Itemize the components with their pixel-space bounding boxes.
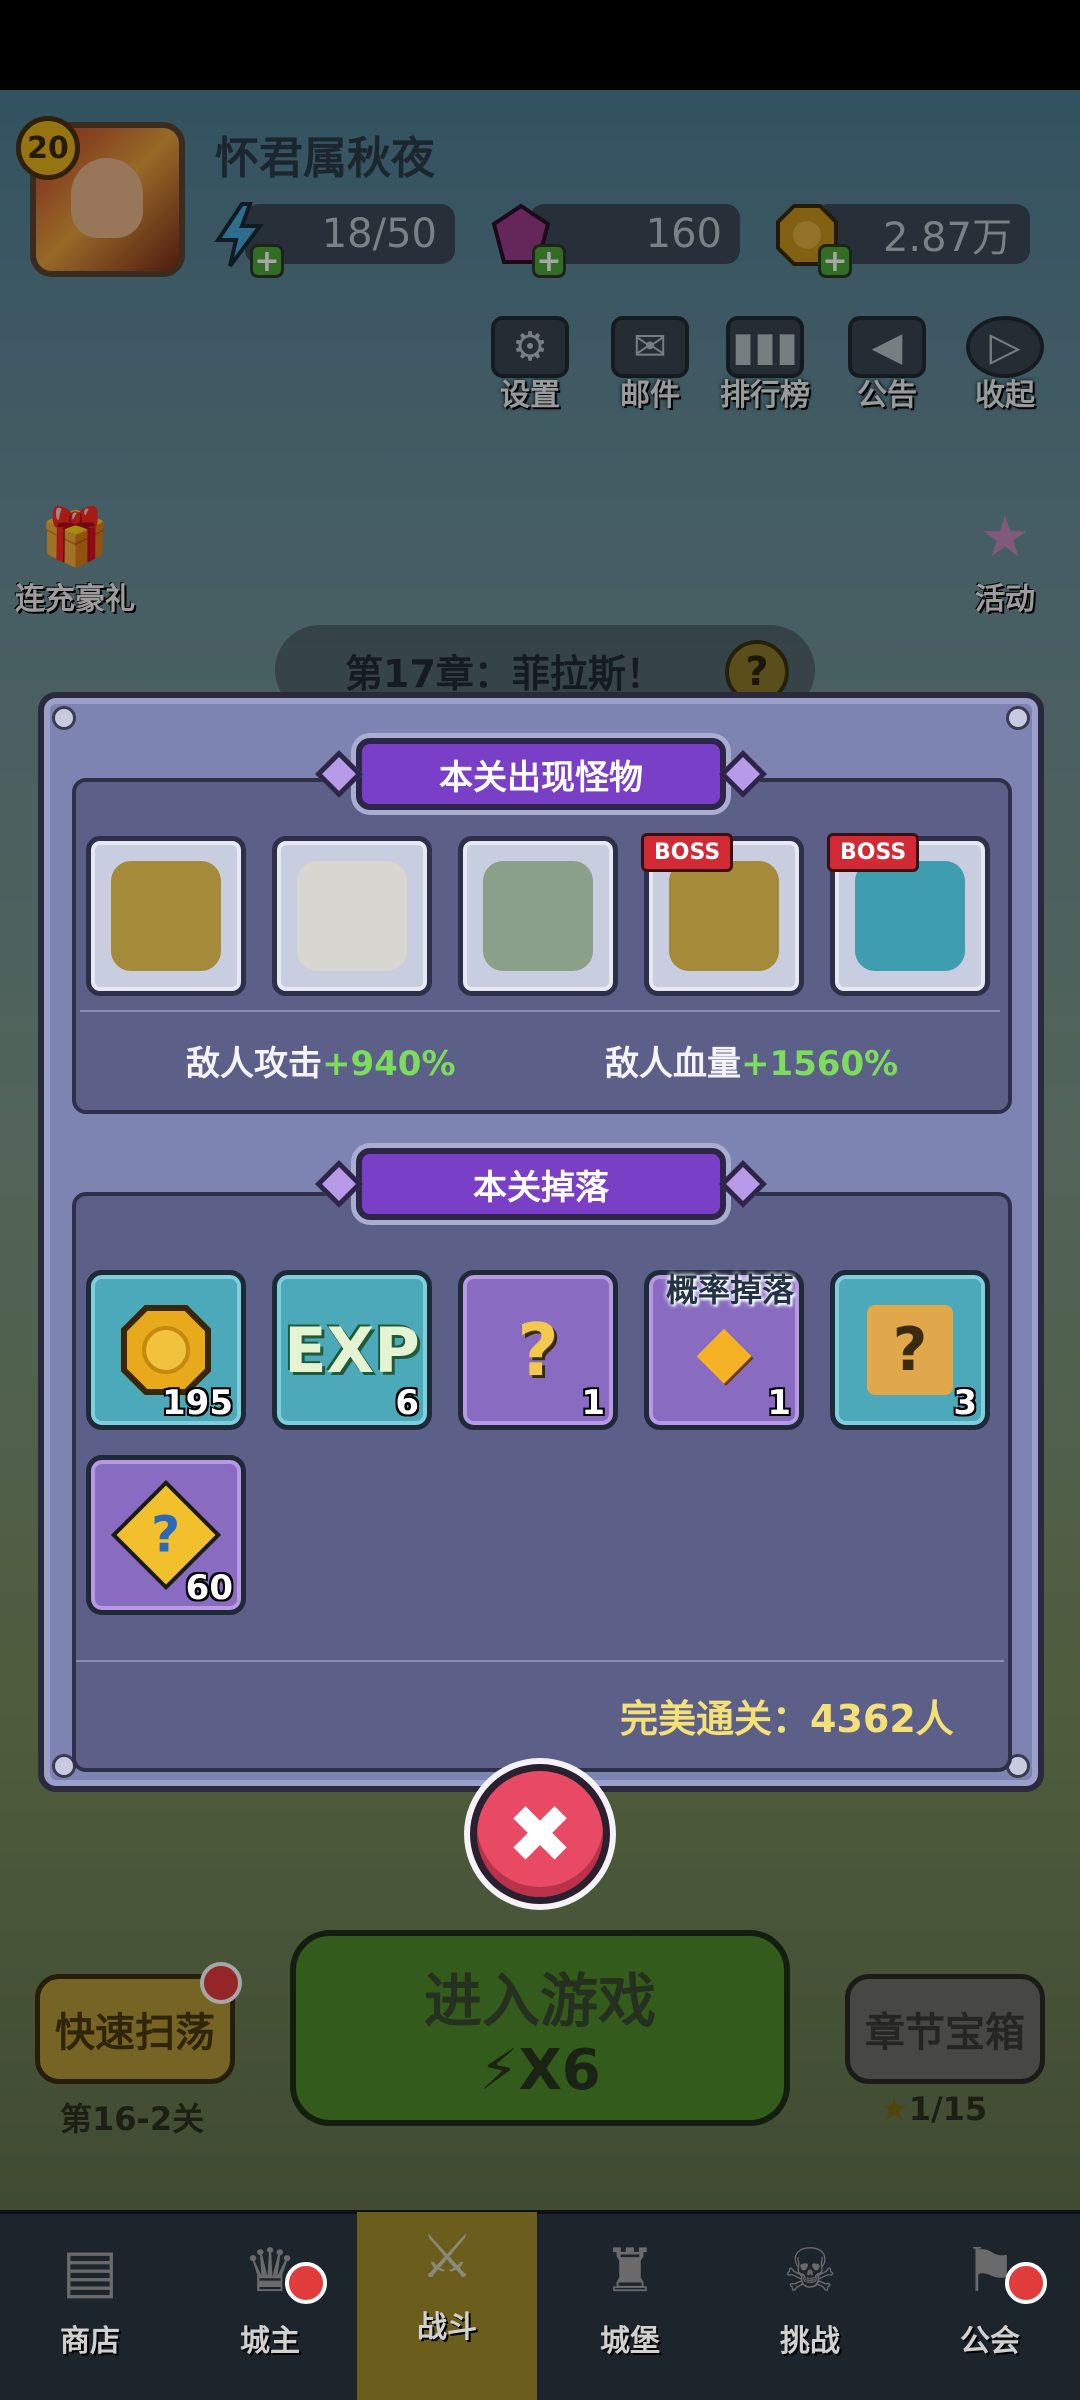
drops-title-text: 本关掉落 [473, 1167, 609, 1208]
mystery-gems-icon: ? [517, 1308, 559, 1392]
monster-slot-3[interactable] [458, 836, 618, 996]
enemy-attack-stat: 敌人攻击+940% [186, 1036, 456, 1085]
castle-icon: ♜ [603, 2236, 657, 2306]
probability-drop-label: 概率掉落 [665, 1271, 794, 1309]
rivet [52, 706, 76, 730]
enemy-hp-stat: 敌人血量+1560% [605, 1036, 898, 1085]
shop-icon: ▤ [61, 2236, 119, 2306]
challenge-icon: ☠ [783, 2236, 837, 2306]
drop-count: 60 [185, 1568, 233, 1608]
drop-puzzle-piece[interactable]: ? 60 [86, 1455, 246, 1615]
drop-count: 3 [953, 1383, 977, 1423]
monster-icon [297, 861, 407, 971]
monster-slot-5[interactable]: BOSS [827, 833, 990, 996]
rivet [1006, 706, 1030, 730]
nav-challenge-label: 挑战 [780, 2324, 840, 2359]
drop-count: 1 [581, 1383, 605, 1423]
drops-section-title: 本关掉落 [314, 1148, 768, 1220]
exp-icon: EXP [284, 1313, 420, 1387]
nav-battle[interactable]: ⚔ 战斗 [357, 2212, 537, 2400]
nav-challenge[interactable]: ☠ 挑战 [720, 2226, 900, 2386]
enemy-attack-label: 敌人攻击 [186, 1044, 322, 1084]
nav-shop[interactable]: ▤ 商店 [0, 2226, 180, 2386]
monster-icon [111, 861, 221, 971]
nav-lord[interactable]: ♛ 城主 [180, 2226, 360, 2386]
nav-battle-label: 战斗 [417, 2310, 477, 2345]
drop-count: 1 [767, 1383, 791, 1423]
drop-gold-coin[interactable]: 195 [86, 1270, 246, 1430]
nav-castle-label: 城堡 [600, 2324, 660, 2359]
monster-icon [483, 861, 593, 971]
nav-lord-label: 城主 [240, 2324, 300, 2359]
drop-mystery-scroll[interactable]: ? 3 [830, 1270, 990, 1430]
monster-slot-4[interactable]: BOSS [641, 833, 804, 996]
monster-slot-2[interactable] [272, 836, 432, 996]
enemy-hp-label: 敌人血量 [605, 1044, 741, 1084]
swords-icon: ⚔ [420, 2222, 474, 2292]
enemy-attack-value: +940% [322, 1044, 456, 1084]
drop-count: 195 [162, 1383, 233, 1423]
divider [80, 1010, 1000, 1012]
drop-exp[interactable]: EXP 6 [272, 1270, 432, 1430]
nav-guild[interactable]: ⚑ 公会 [900, 2226, 1080, 2386]
scroll-icon: ? [867, 1305, 953, 1395]
nav-castle[interactable]: ♜ 城堡 [540, 2226, 720, 2386]
boss-badge: BOSS [641, 833, 734, 872]
monsters-section-title: 本关出现怪物 [314, 738, 768, 810]
monster-slot-1[interactable] [86, 836, 246, 996]
guild-notification-dot [1005, 2262, 1047, 2304]
drop-count: 6 [395, 1383, 419, 1423]
drop-rune[interactable]: ◆ 概率掉落 1 [644, 1270, 804, 1430]
monster-icon [669, 861, 779, 971]
lord-notification-dot [285, 2262, 327, 2304]
puzzle-icon-glyph: ? [151, 1505, 181, 1564]
rune-icon: ◆ [696, 1308, 752, 1392]
boss-badge: BOSS [827, 833, 920, 872]
close-icon: ✖ [506, 1787, 574, 1881]
divider [76, 1660, 1004, 1662]
perfect-clear-count: 完美通关：4362人 [620, 1697, 954, 1741]
monster-icon [855, 861, 965, 971]
close-button[interactable]: ✖ [470, 1764, 610, 1904]
nav-shop-label: 商店 [60, 2324, 120, 2359]
status-bar [0, 0, 1080, 90]
monsters-title-text: 本关出现怪物 [439, 757, 643, 798]
nav-guild-label: 公会 [960, 2324, 1020, 2359]
enemy-hp-value: +1560% [741, 1044, 899, 1084]
drop-random-gems[interactable]: ? 1 [458, 1270, 618, 1430]
